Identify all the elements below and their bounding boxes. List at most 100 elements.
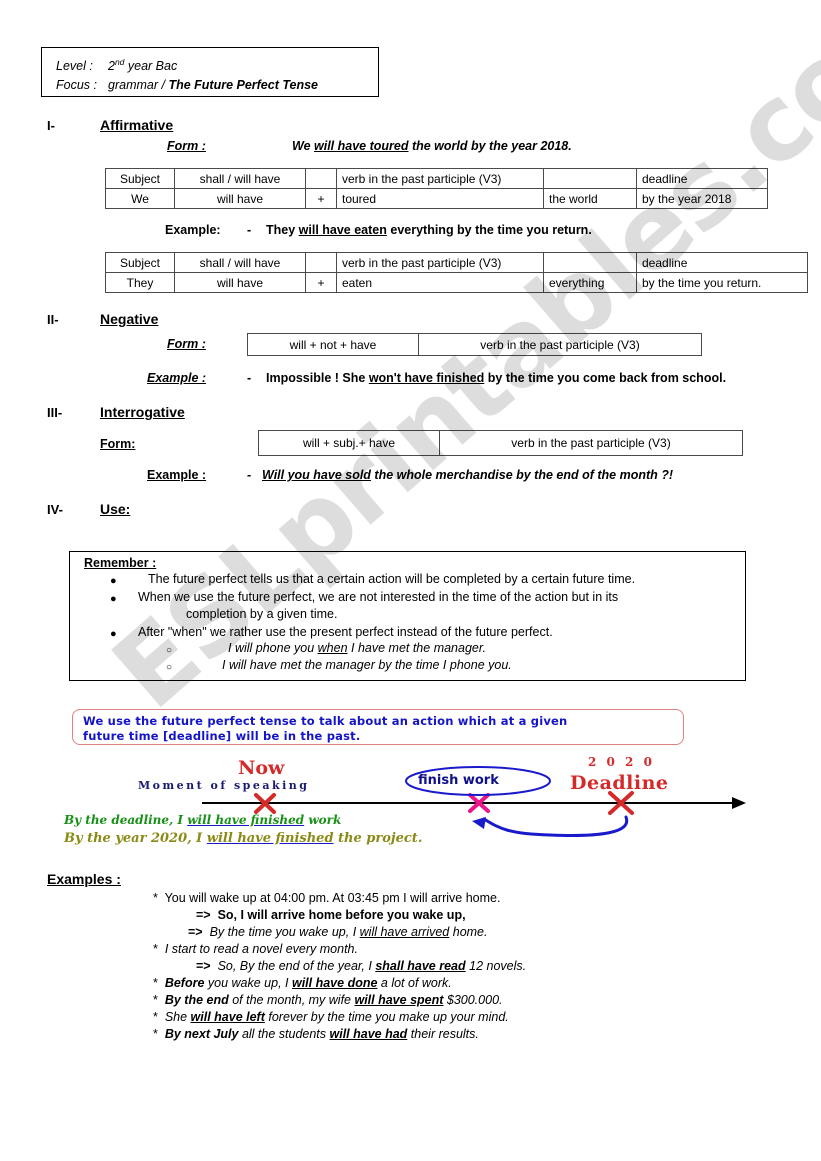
ex7-mid: of the month, my wife	[228, 993, 355, 1007]
ex6-post: a lot of work.	[377, 976, 452, 990]
timeline-moment-label: Moment of speaking	[138, 779, 310, 792]
timeline-finish-work-label: finish work	[418, 773, 499, 788]
sub1-post: I have met the manager.	[347, 641, 487, 655]
section-number-use: IV-	[47, 502, 63, 517]
aff-form-underlined: will have toured	[314, 139, 409, 153]
sub1-underlined: when	[317, 641, 348, 655]
t1-h-verb: verb in the past participle (V3)	[336, 168, 544, 189]
table-row: They will have + eaten everything by the…	[105, 272, 808, 293]
t1-r-modal: will have	[174, 188, 306, 209]
deadline-arrow-head	[472, 817, 486, 829]
ex7-post: $300.000.	[443, 993, 503, 1007]
neg-cell-verb: verb in the past participle (V3)	[418, 333, 702, 356]
ex9-post: their results.	[407, 1027, 479, 1041]
t2-h-deadline: deadline	[636, 252, 808, 273]
t2-r-deadline: by the time you return.	[636, 272, 808, 293]
affirmative-example-label: Example:	[165, 223, 221, 237]
level-value-rest: year Bac	[124, 59, 178, 74]
ex5-post: 12 novels.	[465, 959, 527, 973]
t2-h-subject: Subject	[105, 252, 175, 273]
timeline-now-label: Now	[238, 757, 285, 779]
ex6-underlined: will have done	[291, 976, 378, 990]
aff-ex-post: everything by the time you return.	[386, 223, 592, 237]
examples-title: Examples :	[47, 871, 121, 887]
sub-bullet-icon: ○	[166, 662, 173, 673]
ex2-text: So, I will arrive home before you wake u…	[217, 908, 466, 922]
blue-statement-box: We use the future perfect tense to talk …	[72, 709, 684, 745]
bullet-icon: ●	[110, 575, 117, 587]
t2-h-object	[543, 252, 637, 273]
sub1-pre: I will phone you	[228, 641, 318, 655]
remember-bullet-1: The future perfect tells us that a certa…	[148, 572, 636, 586]
ex8-underlined: will have left	[190, 1010, 265, 1024]
sub-bullet-icon: ○	[166, 645, 173, 656]
level-label: Level :	[56, 59, 93, 74]
remember-title: Remember :	[84, 556, 157, 570]
example-item-1: * You will wake up at 04:00 pm. At 03:45…	[153, 891, 500, 905]
t1-r-plus: +	[305, 188, 337, 209]
ex2-marker: =>	[196, 908, 211, 922]
blue-box-line-1: We use the future perfect tense to talk …	[83, 714, 568, 728]
ex3-post: home.	[449, 925, 488, 939]
negative-form-label: Form :	[167, 337, 206, 351]
ex9-mid: all the students	[238, 1027, 330, 1041]
ex6-marker: *	[153, 976, 158, 990]
ex8-post: forever by the time you make up your min…	[264, 1010, 509, 1024]
ex9-bold: By next July	[164, 1027, 239, 1041]
timeline-deadline-label: Deadline	[570, 772, 669, 794]
section-number-negative: II-	[47, 312, 59, 327]
interrogative-example-label: Example :	[147, 468, 207, 482]
ex3-underlined: will have arrived	[359, 925, 450, 939]
interrogative-form-label: Form:	[100, 437, 136, 451]
bullet-icon: ●	[110, 628, 117, 640]
tl-s1-underlined: will have finished	[187, 813, 305, 827]
aff-form-post: the world by the year 2018.	[408, 139, 572, 153]
ex1-text: You will wake up at 04:00 pm. At 03:45 p…	[164, 891, 501, 905]
focus-label: Focus :	[56, 78, 97, 93]
table-row: will + subj.+ have verb in the past part…	[258, 430, 743, 456]
section-title-negative: Negative	[100, 311, 159, 327]
ex5-underlined: shall have read	[375, 959, 466, 973]
t2-h-verb: verb in the past participle (V3)	[336, 252, 544, 273]
ex5-pre: So, By the end of the year, I	[217, 959, 376, 973]
example-item-5: => So, By the end of the year, I shall h…	[196, 959, 526, 973]
header-info-box: Level : 2nd year Bac Focus : grammar / The…	[41, 47, 379, 97]
t2-r-modal: will have	[174, 272, 306, 293]
int-ex-underlined: Will you have sold	[262, 468, 371, 482]
t2-h-plus	[305, 252, 337, 273]
timeline-sentence-1: By the deadline, I will have finished wo…	[64, 813, 341, 827]
t1-h-modal: shall / will have	[174, 168, 306, 189]
remember-sub-bullet-1: I will phone you when I have met the man…	[228, 641, 486, 655]
aff-ex-underlined: will have eaten	[298, 223, 387, 237]
timeline-year-label: 2 0 2 0	[588, 755, 655, 769]
section-number-affirmative: I-	[47, 118, 55, 133]
t1-r-subject: We	[105, 188, 175, 209]
table-row: will + not + have verb in the past parti…	[247, 333, 702, 356]
negative-example-label: Example :	[147, 371, 207, 385]
example-item-4: * I start to read a novel every month.	[153, 942, 358, 956]
section-title-use: Use:	[100, 501, 131, 517]
remember-sub-bullet-2: I will have met the manager by the time …	[222, 658, 512, 672]
t1-h-deadline: deadline	[636, 168, 768, 189]
interrogative-example-dash: -	[247, 468, 252, 482]
ex6-mid: you wake up, I	[204, 976, 292, 990]
level-value-sup: nd	[114, 57, 125, 67]
affirmative-form-sentence: We will have toured the world by the yea…	[292, 139, 572, 153]
t1-r-deadline: by the year 2018	[636, 188, 768, 209]
int-ex-post: the whole merchandise by the end of the …	[370, 468, 674, 482]
example-item-2: => So, I will arrive home before you wak…	[196, 908, 466, 922]
affirmative-table-1: Subject shall / will have verb in the pa…	[105, 168, 768, 209]
ex3-pre: By the time you wake up, I	[209, 925, 360, 939]
t2-h-modal: shall / will have	[174, 252, 306, 273]
timeline-diagram: Now Moment of speaking finish work 2 0 2…	[60, 755, 760, 855]
negative-form-table: will + not + have verb in the past parti…	[247, 333, 702, 356]
ex7-marker: *	[153, 993, 158, 1007]
t2-r-verb: eaten	[336, 272, 544, 293]
remember-bullet-2: When we use the future perfect, we are n…	[138, 590, 619, 604]
t2-r-subject: They	[105, 272, 175, 293]
t1-h-object	[543, 168, 637, 189]
table-row: Subject shall / will have verb in the pa…	[105, 168, 768, 189]
tl-s2-underlined: will have finished	[206, 831, 334, 846]
focus-topic: The Future Perfect Tense	[168, 78, 319, 93]
level-row: Level : 2nd year Bac	[56, 53, 378, 76]
